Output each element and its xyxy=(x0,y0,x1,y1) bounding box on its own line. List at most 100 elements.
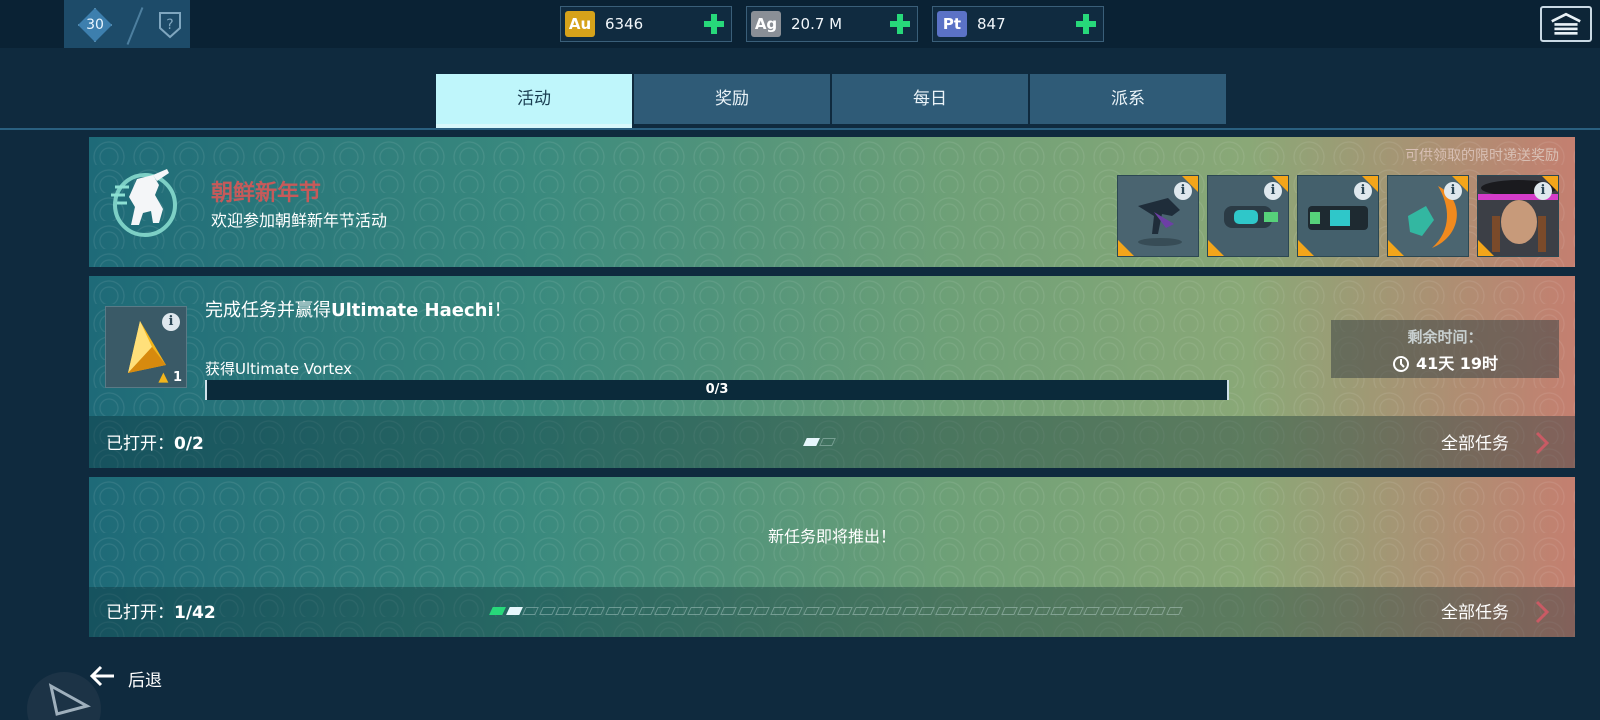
reward-quantity: ▲ 1 xyxy=(158,370,182,385)
platinum-amount: 847 xyxy=(977,15,1006,33)
task-requirement: 获得Ultimate Vortex xyxy=(205,360,353,378)
back-label: 后退 xyxy=(128,671,162,691)
page-dot xyxy=(687,607,704,615)
page-dot xyxy=(637,607,655,615)
add-silver-button[interactable] xyxy=(889,13,911,35)
page-dot xyxy=(786,607,803,615)
chevron-right-icon[interactable] xyxy=(1529,599,1555,625)
info-icon[interactable]: i xyxy=(1444,182,1462,200)
page-dot xyxy=(489,607,506,615)
page-dot xyxy=(1099,607,1117,615)
info-icon[interactable]: i xyxy=(1174,182,1192,200)
event-title: 朝鲜新年节 xyxy=(211,181,322,206)
page-dot xyxy=(1017,607,1034,615)
task-title-prefix: 完成任务并赢得 xyxy=(205,300,331,321)
info-icon[interactable]: i xyxy=(1264,182,1282,200)
rarity-corner xyxy=(1118,240,1134,256)
rarity-corner xyxy=(1208,240,1224,256)
task-panel-footer: 已打开：0/2 全部任务 xyxy=(89,416,1575,468)
rewards-caption: 可供领取的限时递送奖励 xyxy=(1405,148,1559,164)
event-robot-emblem-icon xyxy=(111,169,177,237)
tab-events[interactable]: 活动 xyxy=(436,74,632,124)
player-level-box[interactable]: 30 ? xyxy=(64,0,190,48)
page-dot xyxy=(819,607,836,615)
add-platinum-button[interactable] xyxy=(1075,13,1097,35)
opened-label: 已打开： xyxy=(106,434,174,454)
event-subtitle: 欢迎参加朝鲜新年节活动 xyxy=(211,211,388,230)
page-dot xyxy=(885,607,902,615)
rarity-corner xyxy=(1478,240,1494,256)
help-shield-icon[interactable]: ? xyxy=(156,10,184,40)
task-title-item: Ultimate Haechi xyxy=(331,300,494,321)
page-dot xyxy=(934,607,952,615)
chevron-right-icon[interactable] xyxy=(1529,430,1555,456)
reward-slot-1[interactable]: i xyxy=(1117,175,1199,257)
currency-gold: Au 6346 xyxy=(560,6,732,42)
tab-rewards[interactable]: 奖励 xyxy=(634,74,830,124)
page-dot xyxy=(555,607,572,615)
top-bar: 30 ? Au 6346 Ag 20.7 M Pt 847 xyxy=(0,0,1600,48)
page-dot xyxy=(835,607,853,615)
all-tasks-link[interactable]: 全部任务 xyxy=(1441,429,1509,454)
info-icon[interactable]: i xyxy=(162,313,180,331)
coming-soon-message: 新任务即将推出！ xyxy=(767,527,896,546)
page-dot xyxy=(802,607,820,615)
page-dot xyxy=(1083,607,1100,615)
quantity-value: 1 xyxy=(172,370,182,385)
page-dot xyxy=(819,438,836,446)
page-dot xyxy=(1000,607,1018,615)
page-dot xyxy=(1165,607,1183,615)
opened-label: 已打开： xyxy=(106,603,174,623)
tab-daily[interactable]: 每日 xyxy=(832,74,1028,124)
page-dot xyxy=(1149,607,1166,615)
info-icon[interactable]: i xyxy=(1354,182,1372,200)
currency-platinum: Pt 847 xyxy=(932,6,1104,42)
task-progress-bar: 0/3 xyxy=(205,380,1229,400)
add-gold-button[interactable] xyxy=(703,13,725,35)
upcoming-panel-footer: 已打开：1/42 全部任务 xyxy=(89,587,1575,637)
event-banner: 朝鲜新年节 欢迎参加朝鲜新年节活动 可供领取的限时递送奖励 i i i i i xyxy=(89,137,1575,267)
upcoming-page-dots xyxy=(489,607,1191,617)
task-title-suffix: ！ xyxy=(493,300,512,321)
tabs-divider xyxy=(0,128,1600,130)
page-dot xyxy=(984,607,1001,615)
page-dot xyxy=(918,607,935,615)
page-dot xyxy=(753,607,770,615)
rank-triangle-icon: ▲ xyxy=(158,370,169,385)
reward-slot-2[interactable]: i xyxy=(1207,175,1289,257)
clock-icon xyxy=(1392,356,1409,372)
page-dot xyxy=(505,607,523,615)
page-dot xyxy=(1116,607,1133,615)
info-icon[interactable]: i xyxy=(1534,182,1552,200)
navigation-button[interactable] xyxy=(27,672,101,720)
all-tasks-link[interactable]: 全部任务 xyxy=(1441,598,1509,623)
silver-icon: Ag xyxy=(751,11,781,37)
reward-slot-4[interactable]: i xyxy=(1387,175,1469,257)
opened-count: 已打开：0/2 xyxy=(106,429,204,454)
platinum-icon: Pt xyxy=(937,11,967,37)
opened-count: 已打开：1/42 xyxy=(106,598,216,623)
page-dot xyxy=(901,607,919,615)
opened-value: 0/2 xyxy=(174,434,204,454)
page-dot xyxy=(588,607,605,615)
task-reward-slot[interactable]: i ▲ 1 xyxy=(105,306,187,388)
divider xyxy=(126,7,144,45)
hangar-icon[interactable] xyxy=(1540,6,1592,42)
progress-text: 0/3 xyxy=(705,382,729,397)
reward-slot-3[interactable]: i xyxy=(1297,175,1379,257)
page-dot xyxy=(654,607,671,615)
page-dot xyxy=(852,607,869,615)
task-title: 完成任务并赢得Ultimate Haechi！ xyxy=(205,296,512,322)
page-dot xyxy=(803,438,820,446)
time-remaining-box: 剩余时间： 41天 19时 xyxy=(1331,320,1559,378)
page-dot xyxy=(967,607,985,615)
timer-label: 剩余时间： xyxy=(1407,328,1483,346)
reward-slot-5[interactable]: i xyxy=(1477,175,1559,257)
page-dot xyxy=(769,607,787,615)
tab-faction[interactable]: 派系 xyxy=(1030,74,1226,124)
player-level: 30 xyxy=(86,17,104,33)
page-dot xyxy=(868,607,886,615)
currency-silver: Ag 20.7 M xyxy=(746,6,918,42)
timer-value: 41天 19时 xyxy=(1415,354,1499,373)
page-dot xyxy=(703,607,721,615)
